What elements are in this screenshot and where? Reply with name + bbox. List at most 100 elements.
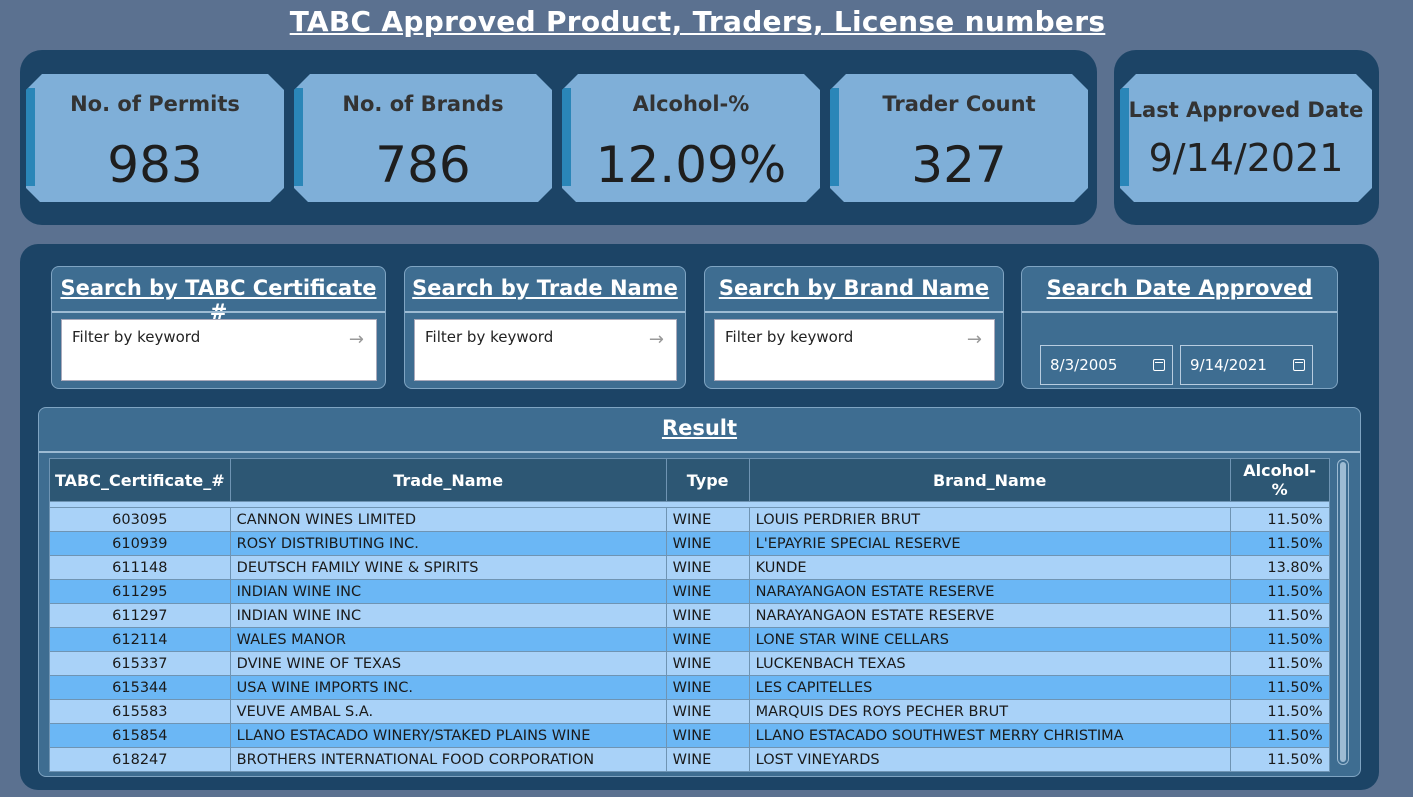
table-scrollbar[interactable] — [1337, 459, 1349, 765]
cell-type: WINE — [665, 531, 750, 556]
cell-alcohol: 11.50% — [1229, 651, 1330, 676]
end-date-input[interactable]: 9/14/2021 — [1180, 345, 1313, 385]
arrow-right-icon[interactable]: → — [967, 329, 982, 350]
arrow-right-icon[interactable]: → — [349, 329, 364, 350]
filter-placeholder: Filter by keyword — [725, 328, 854, 346]
table-row[interactable]: 603095 CANNON WINES LIMITED WINE LOUIS PERD… — [49, 507, 1330, 532]
cell-certificate: 615854 — [49, 723, 231, 748]
cell-type: WINE — [665, 507, 750, 532]
cell-brand-name: LUCKENBACH TEXAS — [748, 651, 1231, 676]
cell-certificate: 611148 — [49, 555, 231, 580]
kpi-label: No. of Brands — [342, 92, 504, 116]
cell-alcohol: 11.50% — [1229, 675, 1330, 700]
cell-brand-name: L'EPAYRIE SPECIAL RESERVE — [748, 531, 1231, 556]
search-certificate-title: Search by TABC Certificate # — [60, 276, 377, 324]
cell-brand-name: LLANO ESTACADO SOUTHWEST MERRY CHRISTIMA — [748, 723, 1231, 748]
cell-trade-name: WALES MANOR — [229, 627, 667, 652]
cell-certificate: 603095 — [49, 507, 231, 532]
cell-trade-name: INDIAN WINE INC — [229, 579, 667, 604]
cell-certificate: 615337 — [49, 651, 231, 676]
search-brand-name-title: Search by Brand Name — [718, 276, 990, 300]
cell-type: WINE — [665, 747, 750, 772]
table-row[interactable]: 611148 DEUTSCH FAMILY WINE & SPIRITS WINE K… — [49, 555, 1330, 580]
cell-trade-name: LLANO ESTACADO WINERY/STAKED PLAINS WINE — [229, 723, 667, 748]
calendar-icon[interactable] — [1153, 359, 1165, 371]
cell-certificate: 610939 — [49, 531, 231, 556]
cell-alcohol: 11.50% — [1229, 531, 1330, 556]
kpi-value-brands: 786 — [375, 136, 471, 194]
search-trade-name-box: Search by Trade Name Filter by keyword → — [404, 266, 686, 389]
cell-type: WINE — [665, 627, 750, 652]
table-row[interactable]: 615583 VEUVE AMBAL S.A. WINE MARQUIS DES RO… — [49, 699, 1330, 724]
cell-alcohol: 11.50% — [1229, 747, 1330, 772]
table-row[interactable]: 615337 DVINE WINE OF TEXAS WINE LUCKENBACH … — [49, 651, 1330, 676]
table-row[interactable]: 611297 INDIAN WINE INC WINE NARAYANGAON EST… — [49, 603, 1330, 628]
cell-trade-name: VEUVE AMBAL S.A. — [229, 699, 667, 724]
kpi-value-alcohol: 12.09% — [595, 136, 787, 194]
cell-alcohol: 11.50% — [1229, 579, 1330, 604]
cell-certificate: 611295 — [49, 579, 231, 604]
kpi-card-permits: No. of Permits 983 — [26, 74, 284, 202]
table-row[interactable]: 615854 LLANO ESTACADO WINERY/STAKED PLAIN… — [49, 723, 1330, 748]
search-date-box: Search Date Approved 8/3/2005 9/14/2021 — [1021, 266, 1338, 389]
kpi-label: No. of Permits — [70, 92, 240, 116]
cell-type: WINE — [665, 651, 750, 676]
result-box: Result TABC_Certificate_# Trade_Name Typ… — [38, 407, 1361, 777]
table-row[interactable]: 610939 ROSY DISTRIBUTING INC. WINE L'EPAYRI… — [49, 531, 1330, 556]
search-panel: Search by TABC Certificate # Filter by k… — [20, 244, 1379, 790]
cell-type: WINE — [665, 723, 750, 748]
certificate-filter-input[interactable]: Filter by keyword → — [61, 319, 377, 381]
cell-trade-name: USA WINE IMPORTS INC. — [229, 675, 667, 700]
cell-trade-name: DVINE WINE OF TEXAS — [229, 651, 667, 676]
cell-alcohol: 11.50% — [1229, 507, 1330, 532]
start-date-input[interactable]: 8/3/2005 — [1040, 345, 1173, 385]
page-title: TABC Approved Product, Traders, License … — [289, 5, 1106, 38]
column-header-certificate[interactable]: TABC_Certificate_# — [49, 458, 231, 502]
kpi-card-traders: Trader Count 327 — [830, 74, 1088, 202]
column-header-brand-name[interactable]: Brand_Name — [748, 458, 1231, 502]
table-row[interactable]: 611295 INDIAN WINE INC WINE NARAYANGAON EST… — [49, 579, 1330, 604]
scrollbar-thumb[interactable] — [1340, 462, 1346, 762]
search-date-title: Search Date Approved — [1046, 276, 1313, 300]
table-row[interactable]: 615344 USA WINE IMPORTS INC. WINE LES CAPIT… — [49, 675, 1330, 700]
kpi-card-brands: No. of Brands 786 — [294, 74, 552, 202]
arrow-right-icon[interactable]: → — [649, 329, 664, 350]
search-trade-name-title: Search by Trade Name — [412, 276, 678, 300]
cell-type: WINE — [665, 579, 750, 604]
cell-brand-name: LES CAPITELLES — [748, 675, 1231, 700]
kpi-card-last-approved: Last Approved Date 9/14/2021 — [1120, 74, 1372, 202]
brand-name-filter-input[interactable]: Filter by keyword → — [714, 319, 995, 381]
cell-brand-name: NARAYANGAON ESTATE RESERVE — [748, 579, 1231, 604]
end-date-value: 9/14/2021 — [1190, 356, 1267, 374]
cell-brand-name: MARQUIS DES ROYS PECHER BRUT — [748, 699, 1231, 724]
cell-alcohol: 11.50% — [1229, 603, 1330, 628]
cell-alcohol: 11.50% — [1229, 723, 1330, 748]
cell-brand-name: KUNDE — [748, 555, 1231, 580]
table-row[interactable]: 618247 BROTHERS INTERNATIONAL FOOD CORPOR… — [49, 747, 1330, 772]
results-body: 603095 CANNON WINES LIMITED WINE LOUIS PERD… — [49, 501, 1330, 772]
kpi-card-alcohol: Alcohol-% 12.09% — [562, 74, 820, 202]
column-header-alcohol[interactable]: Alcohol-% — [1229, 458, 1330, 502]
search-certificate-box: Search by TABC Certificate # Filter by k… — [51, 266, 386, 389]
table-header-row: TABC_Certificate_# Trade_Name Type Brand… — [49, 458, 1330, 502]
search-brand-name-box: Search by Brand Name Filter by keyword → — [704, 266, 1004, 389]
filter-placeholder: Filter by keyword — [72, 328, 201, 346]
start-date-value: 8/3/2005 — [1050, 356, 1118, 374]
column-header-type[interactable]: Type — [665, 458, 750, 502]
cell-type: WINE — [665, 675, 750, 700]
cell-type: WINE — [665, 555, 750, 580]
last-approved-panel: Last Approved Date 9/14/2021 — [1114, 50, 1379, 225]
results-table: TABC_Certificate_# Trade_Name Type Brand… — [49, 458, 1330, 772]
trade-name-filter-input[interactable]: Filter by keyword → — [414, 319, 677, 381]
cell-trade-name: BROTHERS INTERNATIONAL FOOD CORPORATION — [229, 747, 667, 772]
kpi-label: Trader Count — [882, 92, 1036, 116]
cell-alcohol: 11.50% — [1229, 627, 1330, 652]
cell-certificate: 612114 — [49, 627, 231, 652]
column-header-trade-name[interactable]: Trade_Name — [229, 458, 667, 502]
result-title: Result — [661, 416, 738, 440]
cell-trade-name: INDIAN WINE INC — [229, 603, 667, 628]
last-approved-date: 9/14/2021 — [1148, 136, 1344, 180]
calendar-icon[interactable] — [1293, 359, 1305, 371]
kpi-label: Last Approved Date — [1128, 98, 1364, 122]
table-row[interactable]: 612114 WALES MANOR WINE LONE STAR WINE CELL… — [49, 627, 1330, 652]
